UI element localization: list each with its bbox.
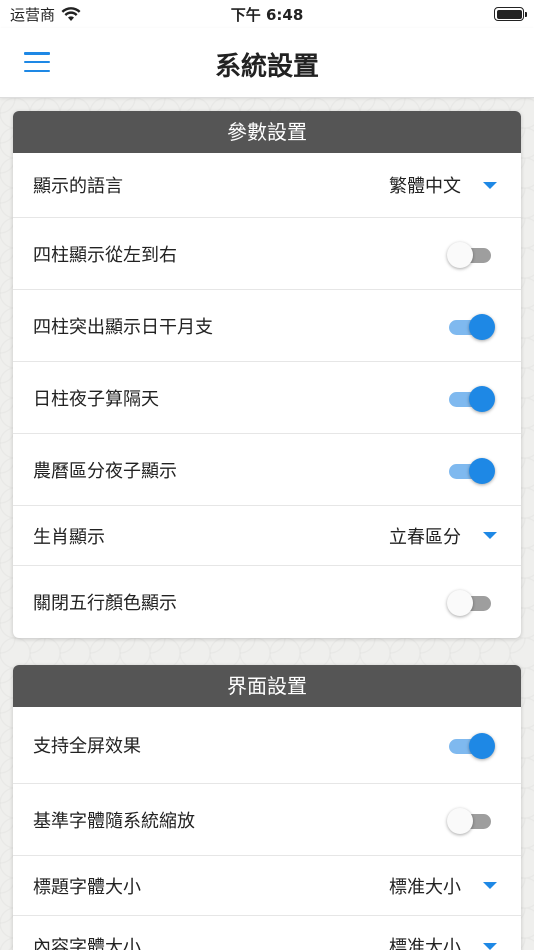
row-label: 農曆區分夜子顯示 (33, 460, 177, 482)
parameter-settings-card: 參數設置 顯示的語言 繁體中文 四柱顯示從左到右 四柱突出顯示日干月支 日柱夜子… (13, 111, 521, 638)
dropdown-value: 標准大小 (389, 937, 461, 950)
dropdown-value: 立春區分 (389, 526, 461, 548)
row-label: 四柱顯示從左到右 (33, 244, 177, 266)
row-label: 內容字體大小 (33, 937, 141, 950)
row-label: 基準字體隨系統縮放 (33, 810, 195, 832)
hamburger-menu-icon[interactable] (24, 52, 50, 72)
settings-row-fullscreen: 支持全屏效果 (13, 707, 521, 784)
pillars-left-to-right-toggle[interactable] (447, 240, 495, 268)
dropdown-value: 標准大小 (389, 876, 461, 898)
language-dropdown[interactable]: 繁體中文 (389, 172, 501, 198)
row-label: 支持全屏效果 (33, 736, 141, 757)
status-bar: 运营商 下午 6:48 (0, 0, 534, 28)
settings-row-title-font-size: 標題字體大小 標准大小 (13, 856, 521, 916)
section-header: 參數設置 (13, 111, 521, 153)
section-header: 界面設置 (13, 665, 521, 707)
caret-down-icon (483, 882, 497, 889)
lunar-night-zi-toggle[interactable] (447, 456, 495, 484)
row-label: 標題字體大小 (33, 876, 141, 898)
dropdown-value: 繁體中文 (389, 176, 461, 197)
page-title: 系統設置 (214, 52, 319, 82)
row-label: 日柱夜子算隔天 (33, 388, 159, 410)
row-label: 四柱突出顯示日干月支 (33, 316, 213, 338)
settings-row-font-scale-system: 基準字體隨系統縮放 (13, 784, 521, 856)
settings-row-pillars-left-to-right: 四柱顯示從左到右 (13, 218, 521, 290)
battery-level (496, 9, 522, 19)
navigation-bar: 系統設置 (0, 28, 534, 98)
caret-down-icon (483, 181, 497, 189)
zodiac-display-dropdown[interactable]: 立春區分 (389, 523, 501, 549)
settings-row-zodiac-display: 生肖顯示 立春區分 (13, 506, 521, 566)
status-left: 运营商 (10, 4, 81, 25)
fullscreen-toggle[interactable] (447, 731, 495, 759)
settings-row-highlight-day-month: 四柱突出顯示日干月支 (13, 290, 521, 362)
night-zi-next-day-toggle[interactable] (447, 384, 495, 412)
settings-row-night-zi-next-day: 日柱夜子算隔天 (13, 362, 521, 434)
content-font-size-dropdown[interactable]: 標准大小 (389, 933, 501, 950)
interface-settings-card: 界面設置 支持全屏效果 基準字體隨系統縮放 標題字體大小 標准大小 內容字體大小… (13, 665, 521, 950)
disable-five-elements-color-toggle[interactable] (447, 588, 495, 616)
title-font-size-dropdown[interactable]: 標准大小 (389, 873, 501, 899)
highlight-day-month-toggle[interactable] (447, 312, 495, 340)
font-scale-system-toggle[interactable] (447, 806, 495, 834)
wifi-icon (61, 6, 81, 21)
settings-row-content-font-size: 內容字體大小 標准大小 (13, 916, 521, 950)
battery-icon (494, 7, 527, 21)
carrier-label: 运营商 (10, 5, 56, 24)
settings-row-display-language: 顯示的語言 繁體中文 (13, 153, 521, 218)
settings-row-lunar-night-zi: 農曆區分夜子顯示 (13, 434, 521, 506)
row-label: 關閉五行顏色顯示 (33, 593, 177, 614)
row-label: 顯示的語言 (33, 176, 123, 197)
caret-down-icon (483, 532, 497, 539)
row-label: 生肖顯示 (33, 526, 105, 548)
settings-row-disable-five-elements-color: 關閉五行顏色顯示 (13, 566, 521, 638)
caret-down-icon (483, 942, 497, 950)
